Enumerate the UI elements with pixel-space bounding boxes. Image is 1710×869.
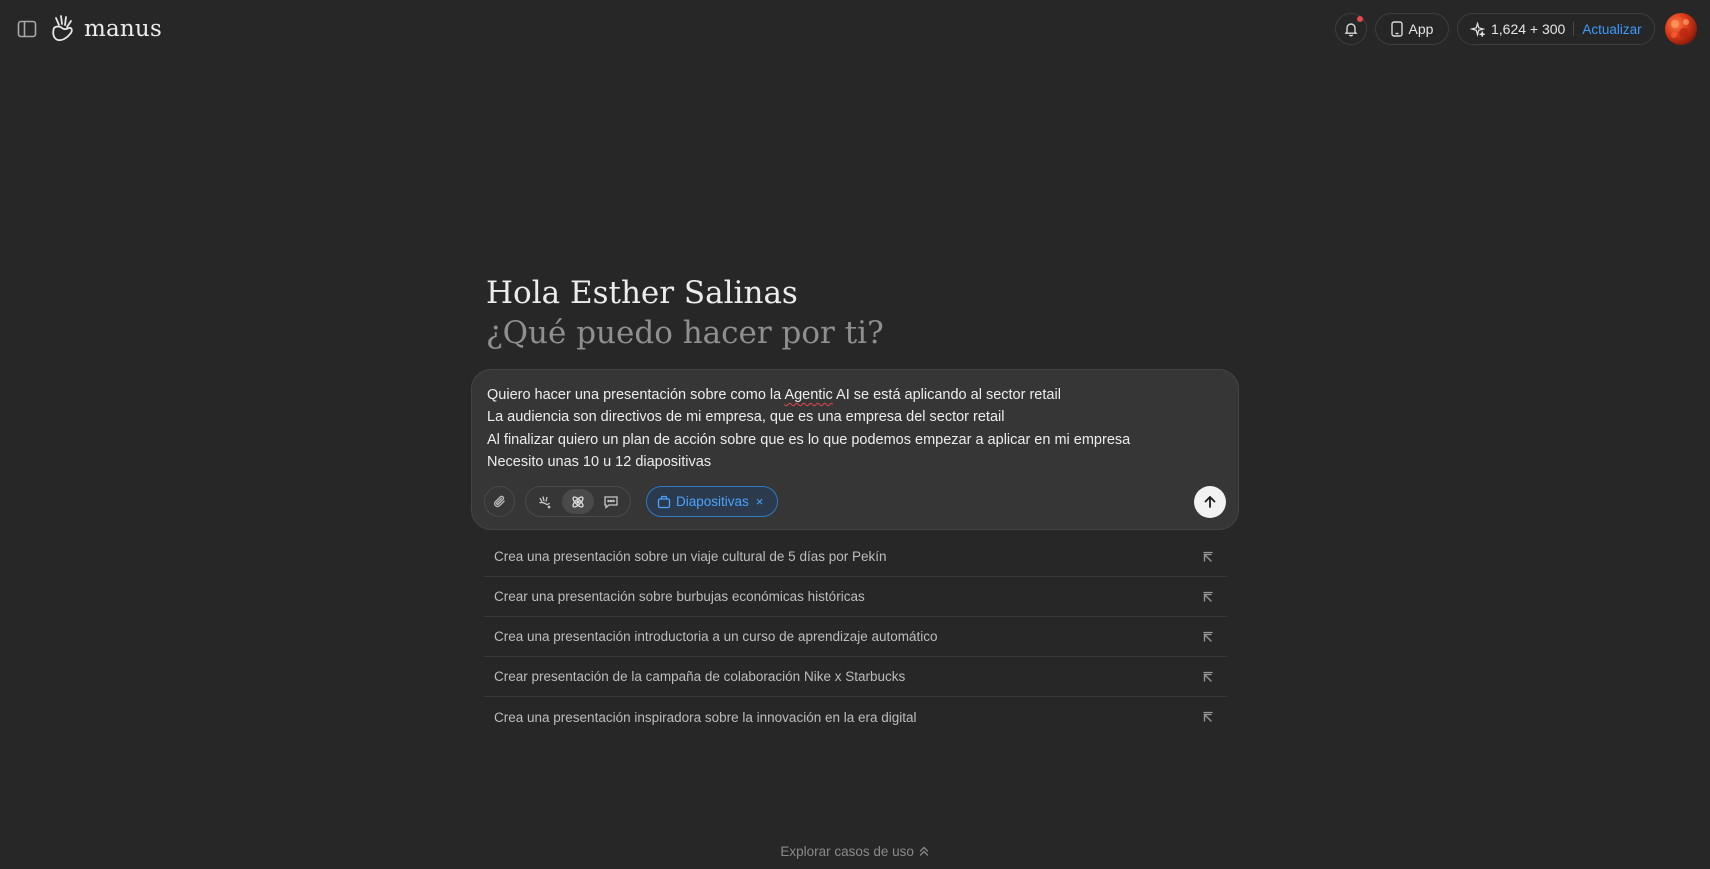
arrow-up-icon — [1204, 496, 1216, 508]
suggestion-item[interactable]: Crea una presentación inspiradora sobre … — [483, 697, 1227, 737]
app-button-label: App — [1408, 21, 1434, 37]
slides-icon — [657, 495, 671, 508]
suggestion-label: Crea una presentación introductoria a un… — [494, 629, 938, 644]
manus-logo-icon — [50, 14, 76, 44]
prompt-line-4: Necesito unas 10 u 12 diapositivas — [487, 454, 712, 471]
upgrade-link[interactable]: Actualizar — [1582, 22, 1641, 37]
bell-icon — [1344, 23, 1358, 37]
suggestion-label: Crea una presentación sobre un viaje cul… — [494, 549, 887, 564]
mode-adaptive-button[interactable] — [562, 489, 594, 514]
send-button[interactable] — [1194, 486, 1226, 518]
suggestion-item[interactable]: Crea una presentación introductoria a un… — [483, 617, 1227, 657]
credits-separator — [1573, 22, 1575, 36]
sidebar-toggle-icon[interactable] — [16, 18, 38, 40]
notification-dot — [1357, 16, 1363, 22]
slides-chip-label: Diapositivas — [676, 494, 749, 509]
suggestion-label: Crear presentación de la campaña de cola… — [494, 669, 906, 684]
credits-pill[interactable]: 1,624 + 300 Actualizar — [1457, 13, 1655, 45]
avatar[interactable] — [1665, 13, 1697, 45]
credits-count: 1,624 + 300 — [1491, 21, 1566, 37]
sparkle-icon — [1470, 21, 1485, 37]
suggestion-list: Crea una presentación sobre un viaje cul… — [483, 537, 1227, 737]
slides-chip[interactable]: Diapositivas × — [646, 486, 778, 517]
prompt-line-2: La audiencia son directivos de mi empres… — [487, 409, 1005, 426]
prompt-line-3: Al finalizar quiero un plan de acción so… — [487, 431, 1131, 448]
brand-name: manus — [84, 16, 162, 42]
brand[interactable]: manus — [50, 12, 162, 46]
mode-agent-button[interactable] — [529, 489, 560, 514]
agent-hand-icon — [538, 495, 551, 508]
top-bar: manus App 1,624 + 300 Actualizar — [0, 0, 1710, 58]
arrow-up-left-icon — [1201, 590, 1215, 604]
prompt-line-1a: Quiero hacer una presentación sobre como… — [487, 387, 785, 403]
explore-use-cases[interactable]: Explorar casos de uso — [0, 843, 1710, 859]
arrow-up-left-icon — [1201, 670, 1215, 684]
phone-icon — [1390, 21, 1403, 37]
arrow-up-left-icon — [1201, 710, 1215, 724]
suggestion-item[interactable]: Crea una presentación sobre un viaje cul… — [483, 537, 1227, 577]
atom-icon — [572, 495, 584, 508]
mode-selector — [525, 486, 631, 517]
arrow-up-left-icon — [1201, 550, 1215, 564]
prompt-line-1b: Agentic — [784, 387, 833, 403]
explore-label: Explorar casos de uso — [780, 843, 914, 859]
attach-button[interactable] — [484, 486, 515, 517]
greeting: Hola Esther Salinas ¿Qué puedo hacer por… — [486, 273, 884, 353]
prompt-composer[interactable]: Quiero hacer una presentación sobre como… — [471, 369, 1239, 530]
paperclip-icon — [493, 495, 505, 508]
suggestion-item[interactable]: Crear una presentación sobre burbujas ec… — [483, 577, 1227, 617]
suggestion-label: Crear una presentación sobre burbujas ec… — [494, 589, 865, 604]
prompt-line-1c: AI se está aplicando al sector retail — [832, 387, 1061, 403]
mode-chat-button[interactable] — [596, 489, 627, 514]
greeting-title: Hola Esther Salinas — [486, 275, 798, 311]
double-chevron-up-icon — [919, 847, 928, 857]
suggestion-label: Crea una presentación inspiradora sobre … — [494, 709, 917, 725]
greeting-subtitle: ¿Qué puedo hacer por ti? — [486, 315, 884, 351]
prompt-input[interactable]: Quiero hacer una presentación sobre como… — [487, 384, 1217, 474]
slides-chip-close-icon[interactable]: × — [756, 494, 764, 509]
chat-bubble-icon — [604, 495, 618, 509]
notifications-button[interactable] — [1335, 13, 1367, 45]
app-button[interactable]: App — [1375, 13, 1449, 45]
arrow-up-left-icon — [1201, 630, 1215, 644]
suggestion-item[interactable]: Crear presentación de la campaña de cola… — [483, 657, 1227, 697]
